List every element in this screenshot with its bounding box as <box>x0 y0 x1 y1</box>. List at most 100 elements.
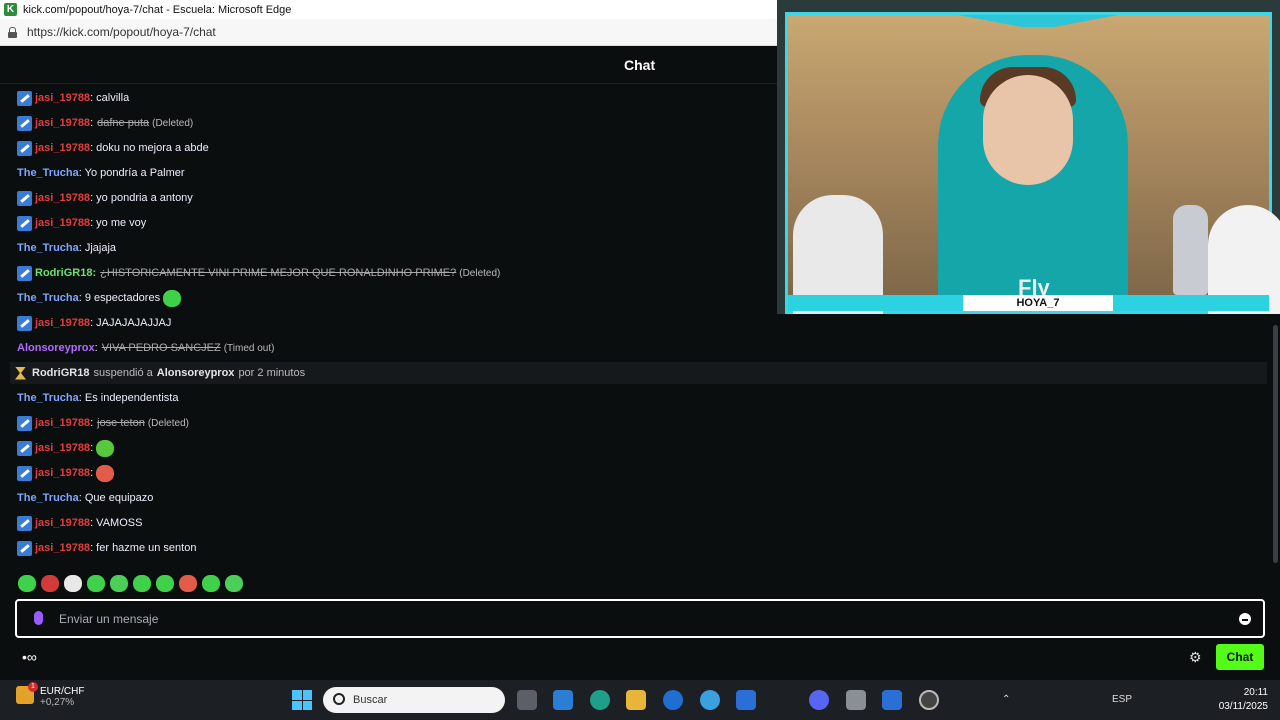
message-username[interactable]: jasi_19788 <box>35 142 90 154</box>
message-username[interactable]: The_Trucha <box>17 392 79 404</box>
chat-message[interactable]: jasi_19788: yo me voy <box>17 213 146 233</box>
word-icon[interactable] <box>736 690 756 710</box>
language-indicator[interactable]: ESP <box>1112 694 1132 705</box>
send-chat-button[interactable]: Chat <box>1216 644 1264 670</box>
store-icon[interactable] <box>553 690 573 710</box>
quick-emote-icon[interactable] <box>202 575 220 592</box>
system-clock[interactable]: 20:11 03/11/2025 <box>1212 686 1268 714</box>
message-separator: : <box>90 417 94 429</box>
emote-quick-bar <box>18 575 243 593</box>
chat-message[interactable]: jasi_19788: <box>17 463 115 483</box>
quick-emote-icon[interactable] <box>133 575 151 592</box>
message-text: : fer hazme un senton <box>90 542 197 554</box>
message-username[interactable]: The_Trucha <box>17 167 79 179</box>
moderator-badge-icon <box>17 265 32 281</box>
kick-logo-icon: K <box>4 3 17 16</box>
quick-emote-icon[interactable] <box>110 575 128 592</box>
message-username[interactable]: jasi_19788 <box>35 542 90 554</box>
message-username[interactable]: jasi_19788 <box>35 517 90 529</box>
app-icon[interactable] <box>846 690 866 710</box>
chat-message[interactable]: jasi_19788: doku no mejora a abde <box>17 138 209 158</box>
message-username[interactable]: RodriGR18: <box>35 267 96 279</box>
quick-emote-icon[interactable] <box>87 575 105 592</box>
hp-icon[interactable] <box>663 690 683 710</box>
chat-message[interactable]: The_Trucha: Es independentista <box>17 388 178 408</box>
clock-time: 20:11 <box>1243 687 1268 698</box>
quick-emote-icon[interactable] <box>18 575 36 592</box>
chevron-up-icon[interactable]: ⌃ <box>1002 694 1010 705</box>
stock-name: EUR/CHF <box>40 686 85 697</box>
stock-icon: 1 <box>16 682 38 704</box>
chat-input-box[interactable]: Enviar un mensaje <box>15 599 1265 638</box>
chat-message[interactable]: jasi_19788: JAJAJAJAJJAJ <box>17 313 171 333</box>
windows-start-icon[interactable] <box>292 690 312 710</box>
microphone-icon[interactable] <box>34 611 43 625</box>
obs-icon[interactable] <box>919 690 939 710</box>
message-status-tag: (Deleted) <box>147 417 189 429</box>
support-icon[interactable] <box>700 690 720 710</box>
message-username[interactable]: jasi_19788 <box>35 417 90 429</box>
stock-widget[interactable]: 1 EUR/CHF +0,27% <box>16 682 85 708</box>
file-explorer-icon[interactable] <box>626 690 646 710</box>
message-username[interactable]: jasi_19788 <box>35 217 90 229</box>
chat-message[interactable]: jasi_19788: <box>17 438 115 458</box>
quick-emote-icon[interactable] <box>225 575 243 592</box>
notice-suffix: por 2 minutos <box>238 367 306 379</box>
discord-icon[interactable] <box>809 690 829 710</box>
chat-messages[interactable]: jasi_19788: calvilla jasi_19788: dafne put… <box>0 88 1270 566</box>
chat-message[interactable]: jasi_19788: jose teton (Deleted) <box>17 413 189 433</box>
notice-actor[interactable]: RodriGR18 <box>32 367 89 379</box>
task-view-icon[interactable] <box>517 690 537 710</box>
moderator-badge-icon <box>17 140 32 156</box>
chat-message[interactable]: The_Trucha: Jjajaja <box>17 238 116 258</box>
edge-browser-icon[interactable] <box>590 690 610 710</box>
message-text: : Que equipazo <box>78 492 154 504</box>
quick-emote-icon[interactable] <box>156 575 174 592</box>
notice-verb: suspendió a <box>93 367 153 379</box>
chat-input-placeholder[interactable]: Enviar un mensaje <box>59 612 158 626</box>
moderator-badge-icon <box>17 465 32 481</box>
chat-message[interactable]: RodriGR18: ¿HISTORICAMENTE VINI PRIME MEJ… <box>17 263 500 283</box>
message-username[interactable]: The_Trucha <box>17 292 79 304</box>
moderator-badge-icon <box>17 515 32 531</box>
chat-message[interactable]: The_Trucha: Que equipazo <box>17 488 153 508</box>
moderator-badge-icon <box>17 90 32 106</box>
chat-message[interactable]: The_Trucha: Yo pondría a Palmer <box>17 163 185 183</box>
message-username[interactable]: The_Trucha <box>17 492 79 504</box>
chat-message[interactable]: Alonsoreyprox: VIVA PEDRO SANCJEZ (Timed o… <box>17 338 274 358</box>
notification-badge: 1 <box>28 682 38 692</box>
gear-icon[interactable]: ⚙ <box>1189 649 1202 666</box>
chat-message[interactable]: The_Trucha: 9 espectadores <box>17 288 182 308</box>
clock-date: 03/11/2025 <box>1218 701 1268 712</box>
address-bar[interactable]: https://kick.com/popout/hoya-7/chat <box>0 19 777 46</box>
chat-message[interactable]: jasi_19788: dafne puta (Deleted) <box>17 113 193 133</box>
taskbar-search[interactable]: Buscar <box>323 687 505 713</box>
message-text: : yo me voy <box>90 217 147 229</box>
url-text[interactable]: https://kick.com/popout/hoya-7/chat <box>27 25 216 39</box>
search-icon <box>333 693 345 705</box>
message-username[interactable]: Alonsoreyprox <box>17 342 95 354</box>
frame-top-ornament <box>958 15 1118 27</box>
chat-message[interactable]: jasi_19788: yo pondria a antony <box>17 188 193 208</box>
notice-target[interactable]: Alonsoreyprox <box>157 367 235 379</box>
emoji-picker-icon[interactable] <box>1239 613 1251 625</box>
chat-scrollbar[interactable] <box>1273 325 1278 563</box>
chat-message[interactable]: jasi_19788: fer hazme un senton <box>17 538 196 558</box>
quick-emote-icon[interactable] <box>64 575 82 592</box>
message-username[interactable]: jasi_19788 <box>35 192 90 204</box>
message-username[interactable]: jasi_19788 <box>35 92 90 104</box>
message-text: ¿HISTORICAMENTE VINI PRIME MEJOR QUE RON… <box>100 267 457 279</box>
chat-message[interactable]: jasi_19788: VAMOSS <box>17 513 142 533</box>
message-username[interactable]: jasi_19788 <box>35 117 90 129</box>
message-username[interactable]: jasi_19788 <box>35 317 90 329</box>
chat-footer-icons[interactable]: •∞ <box>22 649 37 665</box>
quick-emote-icon[interactable] <box>41 575 59 592</box>
outlook-icon[interactable] <box>882 690 902 710</box>
message-username[interactable]: jasi_19788 <box>35 442 90 454</box>
chat-message[interactable]: jasi_19788: calvilla <box>17 88 129 108</box>
message-text: : doku no mejora a abde <box>90 142 209 154</box>
message-username[interactable]: jasi_19788 <box>35 467 90 479</box>
emote-icon <box>163 289 182 307</box>
message-username[interactable]: The_Trucha <box>17 242 79 254</box>
quick-emote-icon[interactable] <box>179 575 197 592</box>
